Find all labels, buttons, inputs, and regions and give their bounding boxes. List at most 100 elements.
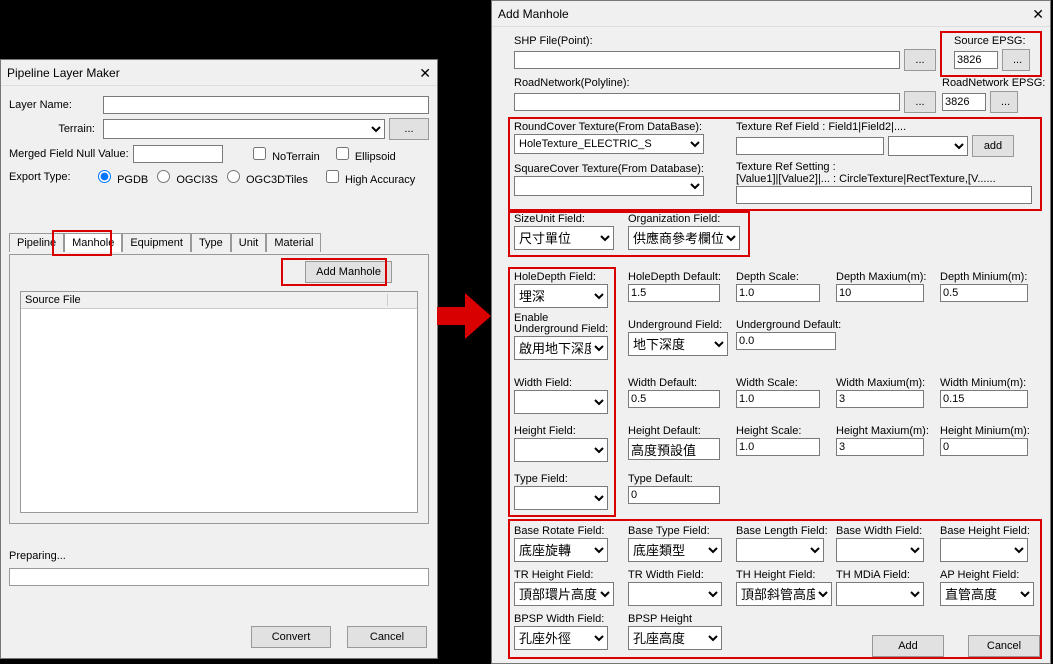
base-type-select[interactable]: 底座類型 [628, 538, 722, 562]
size-unit-select[interactable]: 尺寸單位 [514, 226, 614, 250]
bpsp-width-select[interactable]: 孔座外徑 [514, 626, 608, 650]
width-def-input[interactable] [628, 390, 720, 408]
width-scale-input[interactable] [736, 390, 820, 408]
roadnet-input[interactable] [514, 93, 900, 111]
add-tex-button[interactable]: add [972, 135, 1014, 157]
shp-input[interactable] [514, 51, 900, 69]
hole-depth-field-select[interactable]: 埋深 [514, 284, 608, 308]
depth-scale-label: Depth Scale: [736, 271, 820, 283]
convert-button[interactable]: Convert [251, 626, 331, 648]
pipeline-layer-maker-dialog: Pipeline Layer Maker ✕ Layer Name: Terra… [0, 59, 438, 659]
high-accuracy-checkbox[interactable]: High Accuracy [322, 167, 415, 186]
width-max-input[interactable] [836, 390, 924, 408]
status-label: Preparing... [9, 550, 66, 562]
height-scale-label: Height Scale: [736, 425, 820, 437]
base-height-select[interactable] [940, 538, 1028, 562]
shp-browse-button[interactable]: ... [904, 49, 936, 71]
tr-width-label: TR Width Field: [628, 569, 722, 581]
src-epsg-input[interactable] [954, 51, 998, 69]
titlebar-right: Add Manhole ✕ [492, 1, 1050, 27]
road-epsg-input[interactable] [942, 93, 986, 111]
width-min-input[interactable] [940, 390, 1028, 408]
tr-width-select[interactable] [628, 582, 722, 606]
hole-depth-field-label: HoleDepth Field: [514, 271, 608, 283]
terrain-browse-button[interactable]: ... [389, 118, 429, 140]
add-button[interactable]: Add [872, 635, 944, 657]
ellipsoid-checkbox[interactable]: Ellipsoid [332, 144, 396, 163]
width-max-label: Width Maxium(m): [836, 377, 925, 389]
width-min-label: Width Minium(m): [940, 377, 1028, 389]
height-def-label: Height Default: [628, 425, 720, 437]
size-unit-label: SizeUnit Field: [514, 213, 614, 225]
arrow-icon [437, 293, 491, 339]
export-ogci3s-radio[interactable]: OGCI3S [152, 167, 218, 186]
height-def-input[interactable] [628, 438, 720, 460]
tab-type[interactable]: Type [191, 233, 231, 252]
th-height-select[interactable]: 頂部斜管高度 [736, 582, 832, 606]
depth-max-input[interactable] [836, 284, 924, 302]
type-field-select[interactable] [514, 486, 608, 510]
type-field-label: Type Field: [514, 473, 608, 485]
org-field-select[interactable]: 供應商參考欄位 [628, 226, 740, 250]
round-cover-select[interactable]: HoleTexture_ELECTRIC_S [514, 134, 704, 154]
base-len-label: Base Length Field: [736, 525, 828, 537]
terrain-select[interactable] [103, 119, 385, 139]
export-type-label: Export Type: [9, 171, 89, 183]
roadnet-browse-button[interactable]: ... [904, 91, 936, 113]
width-def-label: Width Default: [628, 377, 720, 389]
tab-pipeline[interactable]: Pipeline [9, 233, 64, 252]
road-epsg-browse-button[interactable]: ... [990, 91, 1018, 113]
ug-def-input[interactable] [736, 332, 836, 350]
tex-ref-setting-input[interactable] [736, 186, 1032, 204]
ug-field-select[interactable]: 地下深度 [628, 332, 728, 356]
bpsp-height-select[interactable]: 孔座高度 [628, 626, 722, 650]
cancel-button-right[interactable]: Cancel [968, 635, 1040, 657]
tab-unit[interactable]: Unit [231, 233, 267, 252]
cancel-button[interactable]: Cancel [347, 626, 427, 648]
square-cover-select[interactable] [514, 176, 704, 196]
layer-name-input[interactable] [103, 96, 429, 114]
base-rotate-select[interactable]: 底座旋轉 [514, 538, 608, 562]
ap-height-label: AP Height Field: [940, 569, 1034, 581]
tab-panel: Add Manhole Source File [9, 254, 429, 524]
depth-min-input[interactable] [940, 284, 1028, 302]
square-cover-label: SquareCover Texture(From Database): [514, 163, 704, 175]
width-field-select[interactable] [514, 390, 608, 414]
enable-ug-select[interactable]: 啟用地下深度 [514, 336, 608, 360]
src-epsg-label: Source EPSG: [954, 35, 1042, 47]
tex-ref-select[interactable] [888, 136, 968, 156]
height-field-select[interactable] [514, 438, 608, 462]
height-scale-input[interactable] [736, 438, 820, 456]
height-max-input[interactable] [836, 438, 924, 456]
no-terrain-checkbox[interactable]: NoTerrain [249, 144, 320, 163]
close-icon[interactable]: ✕ [1032, 2, 1044, 26]
base-type-label: Base Type Field: [628, 525, 722, 537]
base-width-select[interactable] [836, 538, 924, 562]
height-min-input[interactable] [940, 438, 1028, 456]
title-left: Pipeline Layer Maker [7, 61, 120, 85]
ap-height-select[interactable]: 直管高度 [940, 582, 1034, 606]
tab-equipment[interactable]: Equipment [122, 233, 191, 252]
tab-manhole[interactable]: Manhole [64, 233, 122, 252]
export-ogc3dtiles-radio[interactable]: OGC3DTiles [222, 167, 308, 186]
tex-ref-field-label: Texture Ref Field : Field1|Field2|.... [736, 121, 1014, 133]
src-epsg-browse-button[interactable]: ... [1002, 49, 1030, 71]
bpsp-height-label: BPSP Height [628, 613, 722, 625]
tr-height-select[interactable]: 頂部環片高度 [514, 582, 614, 606]
enable-ug-label: Enable Underground Field: [514, 313, 608, 335]
tab-material[interactable]: Material [266, 233, 321, 252]
depth-scale-input[interactable] [736, 284, 820, 302]
close-icon[interactable]: ✕ [419, 61, 431, 85]
type-def-input[interactable] [628, 486, 720, 504]
progress-bar [9, 568, 429, 586]
source-file-list[interactable]: Source File [20, 291, 418, 513]
th-mdia-select[interactable] [836, 582, 924, 606]
base-len-select[interactable] [736, 538, 824, 562]
merged-null-input[interactable] [133, 145, 223, 163]
add-manhole-button[interactable]: Add Manhole [305, 261, 392, 283]
hole-depth-def-input[interactable] [628, 284, 720, 302]
title-right: Add Manhole [498, 2, 569, 26]
tex-ref-field-input[interactable] [736, 137, 884, 155]
depth-max-label: Depth Maxium(m): [836, 271, 926, 283]
export-pgdb-radio[interactable]: PGDB [93, 167, 148, 186]
